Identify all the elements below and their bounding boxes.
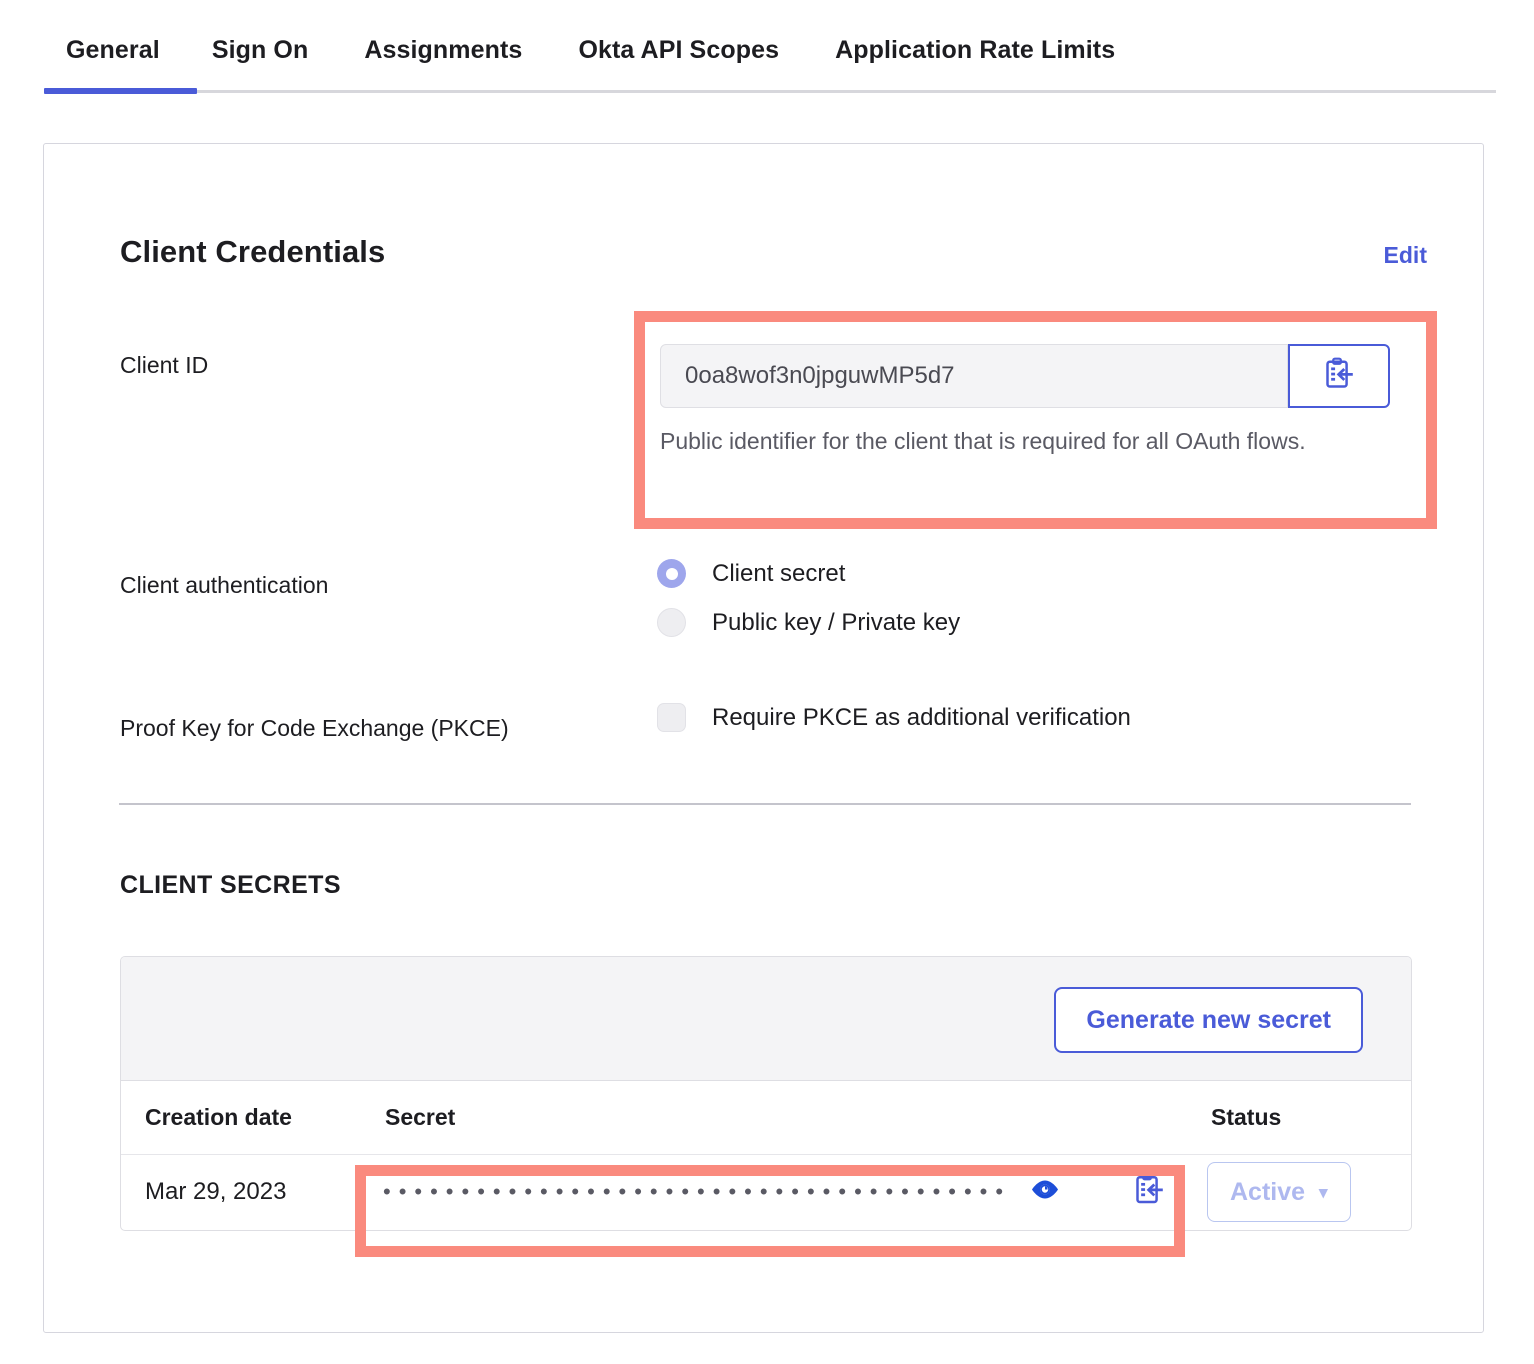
radio-unselected-icon[interactable] xyxy=(657,608,686,637)
edit-button[interactable]: Edit xyxy=(1384,242,1427,269)
copy-secret-button[interactable] xyxy=(1133,1173,1165,1212)
client-credentials-card: Client Credentials Edit Client ID 0oa8wo… xyxy=(43,143,1484,1333)
tab-application-rate-limits[interactable]: Application Rate Limits xyxy=(807,24,1143,76)
client-secrets-table-container: Generate new secret Creation date Secret… xyxy=(120,956,1412,1231)
status-badge: Active xyxy=(1230,1177,1306,1206)
tab-active-indicator xyxy=(44,88,197,94)
cell-secret-masked: •••••••••••••••••••••••••••••••••••••••• xyxy=(383,1179,1012,1204)
tab-bar: General Sign On Assignments Okta API Sco… xyxy=(0,0,1534,98)
client-id-label: Client ID xyxy=(120,352,209,378)
client-id-input[interactable]: 0oa8wof3n0jpguwMP5d7 xyxy=(660,344,1288,408)
checkbox-unchecked-icon[interactable] xyxy=(657,703,686,732)
generate-new-secret-button[interactable]: Generate new secret xyxy=(1054,987,1363,1053)
reveal-secret-button[interactable] xyxy=(1029,1179,1061,1206)
tab-list: General Sign On Assignments Okta API Sco… xyxy=(44,24,1143,76)
radio-option-client-secret[interactable]: Client secret xyxy=(657,559,845,588)
chevron-down-icon: ▾ xyxy=(1319,1182,1328,1202)
clipboard-copy-icon xyxy=(1323,357,1355,396)
tab-underline-track xyxy=(44,90,1496,93)
section-divider xyxy=(119,803,1411,805)
clipboard-copy-icon xyxy=(1133,1173,1165,1211)
eye-icon xyxy=(1029,1180,1061,1205)
client-id-field-group: 0oa8wof3n0jpguwMP5d7 xyxy=(660,344,1390,408)
radio-option-label: Public key / Private key xyxy=(712,608,961,636)
tab-okta-api-scopes[interactable]: Okta API Scopes xyxy=(550,24,807,76)
column-header-creation-date: Creation date xyxy=(145,1104,292,1130)
radio-option-public-private-key[interactable]: Public key / Private key xyxy=(657,608,960,637)
checkbox-option-require-pkce[interactable]: Require PKCE as additional verification xyxy=(657,703,1131,732)
client-secrets-title: CLIENT SECRETS xyxy=(120,871,341,899)
client-authentication-label: Client authentication xyxy=(120,572,329,598)
pkce-label: Proof Key for Code Exchange (PKCE) xyxy=(120,715,509,741)
page-title: Client Credentials xyxy=(120,234,386,269)
tab-assignments[interactable]: Assignments xyxy=(336,24,550,76)
radio-selected-icon[interactable] xyxy=(657,559,686,588)
tab-sign-on[interactable]: Sign On xyxy=(184,24,337,76)
client-id-copy-button[interactable] xyxy=(1288,344,1390,408)
client-id-hint: Public identifier for the client that is… xyxy=(660,428,1306,454)
okta-app-general-settings-page: General Sign On Assignments Okta API Sco… xyxy=(0,0,1534,1364)
column-header-status: Status xyxy=(1211,1104,1282,1130)
checkbox-option-label: Require PKCE as additional verification xyxy=(712,703,1131,731)
status-dropdown[interactable]: Active ▾ xyxy=(1207,1162,1351,1222)
table-header-row: Creation date Secret Status xyxy=(121,1081,1411,1155)
cell-creation-date: Mar 29, 2023 xyxy=(145,1178,287,1205)
tab-general[interactable]: General xyxy=(44,24,184,76)
client-secrets-toolbar: Generate new secret xyxy=(121,957,1411,1081)
radio-option-label: Client secret xyxy=(712,559,846,587)
table-row: Mar 29, 2023 •••••••••••••••••••••••••••… xyxy=(121,1155,1411,1229)
column-header-secret: Secret xyxy=(385,1104,456,1130)
